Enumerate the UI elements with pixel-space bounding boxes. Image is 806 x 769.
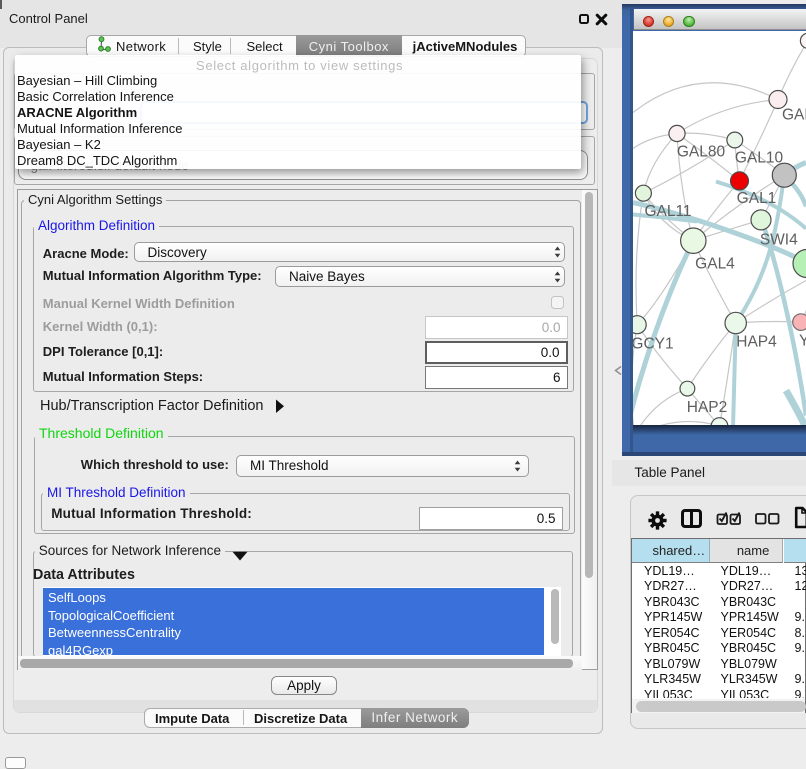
svg-text:HAP2: HAP2 — [687, 399, 728, 416]
svg-text:GAL7: GAL7 — [782, 106, 806, 123]
svg-text:GAL1: GAL1 — [737, 190, 777, 207]
svg-text:SWI4: SWI4 — [760, 231, 798, 248]
svg-text:GAL11: GAL11 — [644, 203, 691, 220]
svg-text:GAL80: GAL80 — [677, 143, 726, 160]
svg-text:GAL10: GAL10 — [735, 149, 784, 166]
svg-text:HAP4: HAP4 — [736, 333, 777, 350]
svg-text:GCY1: GCY1 — [633, 335, 674, 352]
svg-text:GAL4: GAL4 — [695, 255, 735, 272]
svg-text:YM: YM — [799, 332, 806, 349]
